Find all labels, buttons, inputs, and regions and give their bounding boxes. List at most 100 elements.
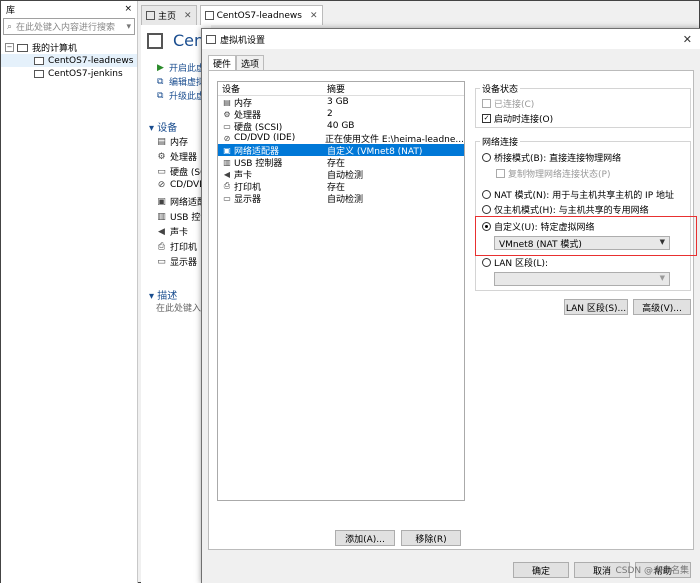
connected-checkbox[interactable]: 已连接(C): [482, 97, 534, 110]
home-icon: [146, 11, 155, 20]
tree-item-centos7-jenkins[interactable]: CentOS7-jenkins: [1, 67, 137, 80]
library-title-bar: 库 ×: [1, 1, 137, 17]
cpu-icon: ⚙: [157, 151, 166, 162]
tab-label: CentOS7-leadnews: [216, 10, 302, 21]
printer-icon: ⎙: [223, 181, 231, 190]
library-close-icon[interactable]: ×: [124, 4, 132, 14]
device-printer[interactable]: ⎙ 打印机: [156, 240, 197, 254]
device-status-label: 设备状态: [480, 82, 521, 95]
column-device[interactable]: 设备: [222, 82, 327, 95]
lan-segment-select[interactable]: ▼: [494, 272, 670, 286]
network-connection-label: 网络连接: [480, 135, 521, 148]
devices-section-header[interactable]: ▾ 设备: [149, 119, 177, 134]
device-cpu[interactable]: ⚙ 处理器: [156, 150, 197, 164]
tree-item-label: CentOS7-leadnews: [48, 55, 134, 66]
device-row-cd[interactable]: ⊘ CD/DVD (IDE) 正在使用文件 E:\heima-leadne...: [218, 132, 464, 145]
device-row-printer[interactable]: ⎙ 打印机 存在: [218, 180, 464, 193]
vm-icon: [34, 56, 44, 65]
usb-icon: ▥: [157, 211, 166, 222]
vm-icon: [34, 69, 44, 78]
vm-settings-dialog: 虚拟机设置 ✕ 硬件 选项 设备 摘要 ▤ 内存 3 GB ⚙ 处理器 2 ▭ 硬盘 (S…: [201, 28, 700, 583]
close-icon[interactable]: ✕: [683, 33, 692, 46]
tree-item-centos7-leadnews[interactable]: CentOS7-leadnews: [1, 54, 137, 67]
cd-icon: ⊘: [223, 133, 231, 143]
library-search-box[interactable]: ⌕ 在此处键入内容进行搜索 ▾: [3, 18, 135, 35]
power-on-link[interactable]: ▶ 开启此虚: [157, 61, 205, 75]
tree-item-label: 我的计算机: [32, 44, 78, 54]
description-input[interactable]: 在此处键入: [156, 301, 201, 314]
dialog-title: 虚拟机设置: [220, 35, 266, 46]
memory-icon: ▤: [223, 97, 231, 107]
vm-settings-icon: [206, 34, 216, 44]
device-list-header: 设备 摘要: [218, 82, 464, 96]
ok-button[interactable]: 确定: [513, 562, 569, 578]
disk-icon: ▭: [223, 121, 231, 131]
lan-segment-radio[interactable]: LAN 区段(L):: [482, 256, 548, 269]
lan-segments-button[interactable]: LAN 区段(S)...: [564, 299, 628, 315]
tree-item-label: CentOS7-jenkins: [48, 68, 123, 79]
radio-icon: [482, 153, 491, 162]
device-row-disk[interactable]: ▭ 硬盘 (SCSI) 40 GB: [218, 120, 464, 133]
nat-radio[interactable]: NAT 模式(N): 用于与主机共享主机的 IP 地址: [482, 188, 674, 201]
upgrade-vm-link[interactable]: ⧉ 升级此虚: [157, 89, 205, 103]
checkbox-icon: [482, 99, 491, 108]
usb-icon: ▥: [223, 157, 231, 167]
collapse-icon[interactable]: ▾: [149, 291, 154, 302]
device-cd[interactable]: ⊘ CD/DVD: [156, 180, 206, 190]
bridged-radio[interactable]: 桥接模式(B): 直接连接物理网络: [482, 151, 621, 164]
add-device-button[interactable]: 添加(A)...: [335, 530, 395, 546]
device-list: 设备 摘要 ▤ 内存 3 GB ⚙ 处理器 2 ▭ 硬盘 (SCSI) 40 GB ⊘ CD/…: [217, 81, 465, 501]
close-icon[interactable]: ✕: [310, 11, 318, 21]
advanced-button[interactable]: 高级(V)...: [633, 299, 691, 315]
device-disk[interactable]: ▭ 硬盘 (SC: [156, 165, 206, 179]
cd-icon: ⊘: [157, 180, 166, 190]
collapse-icon[interactable]: −: [5, 43, 14, 52]
annotation-highlight-box: [475, 216, 697, 256]
memory-icon: ▤: [157, 136, 166, 147]
close-icon[interactable]: ✕: [184, 11, 192, 21]
collapse-icon[interactable]: ▾: [149, 123, 154, 134]
device-sound[interactable]: ◀ 声卡: [156, 225, 188, 239]
search-input[interactable]: 在此处键入内容进行搜索: [12, 20, 126, 33]
tab-bar: 主页 ✕ CentOS7-leadnews ✕: [141, 5, 699, 25]
edit-vm-link[interactable]: ⧉ 编辑虚拟: [157, 75, 205, 89]
device-display[interactable]: ▭ 显示器: [156, 255, 197, 269]
description-section-header[interactable]: ▾ 描述: [149, 287, 177, 302]
device-row-network[interactable]: ▣ 网络适配器 自定义 (VMnet8 (NAT): [218, 144, 464, 157]
library-panel: 库 × ⌕ 在此处键入内容进行搜索 ▾ − 我的计算机 CentOS7-lead…: [1, 1, 138, 583]
upgrade-icon: ⧉: [157, 90, 164, 101]
connect-on-start-checkbox[interactable]: ✓ 启动时连接(O): [482, 112, 553, 125]
tab-centos7-leadnews[interactable]: CentOS7-leadnews ✕: [199, 5, 323, 25]
sound-icon: ◀: [223, 169, 231, 179]
device-row-memory[interactable]: ▤ 内存 3 GB: [218, 96, 464, 109]
device-row-cpu[interactable]: ⚙ 处理器 2: [218, 108, 464, 121]
host-only-radio[interactable]: 仅主机模式(H): 与主机共享的专用网络: [482, 203, 649, 216]
device-status-group: 设备状态 已连接(C) ✓ 启动时连接(O): [475, 82, 691, 128]
chevron-down-icon: ▼: [659, 274, 665, 282]
search-dropdown-icon[interactable]: ▾: [126, 22, 131, 32]
tab-home[interactable]: 主页 ✕: [141, 5, 197, 25]
play-icon: ▶: [157, 62, 164, 73]
checkmark-icon: ✓: [482, 114, 491, 123]
display-icon: ▭: [223, 193, 231, 203]
column-summary[interactable]: 摘要: [327, 82, 345, 95]
network-icon: ▣: [223, 145, 231, 155]
device-row-sound[interactable]: ◀ 声卡 自动检测: [218, 168, 464, 181]
computer-icon: [17, 43, 28, 52]
replicate-state-checkbox[interactable]: 复制物理网络连接状态(P): [496, 167, 610, 180]
device-row-usb[interactable]: ▥ USB 控制器 存在: [218, 156, 464, 169]
dialog-title-bar: 虚拟机设置 ✕: [202, 29, 700, 49]
network-icon: ▣: [157, 196, 166, 207]
radio-icon: [482, 205, 491, 214]
remove-device-button[interactable]: 移除(R): [401, 530, 461, 546]
library-tree: − 我的计算机 CentOS7-leadnews CentOS7-jenkins: [1, 41, 137, 80]
printer-icon: ⎙: [157, 241, 166, 252]
device-network[interactable]: ▣ 网络适配: [156, 195, 206, 209]
device-memory[interactable]: ▤ 内存: [156, 135, 188, 149]
tab-options[interactable]: 选项: [236, 55, 265, 71]
tab-hardware[interactable]: 硬件: [208, 55, 237, 71]
tree-item-my-computer[interactable]: − 我的计算机: [1, 41, 137, 54]
vm-icon: [204, 11, 214, 20]
dialog-tabs: 硬件 选项: [208, 55, 265, 71]
device-row-display[interactable]: ▭ 显示器 自动检测: [218, 192, 464, 205]
